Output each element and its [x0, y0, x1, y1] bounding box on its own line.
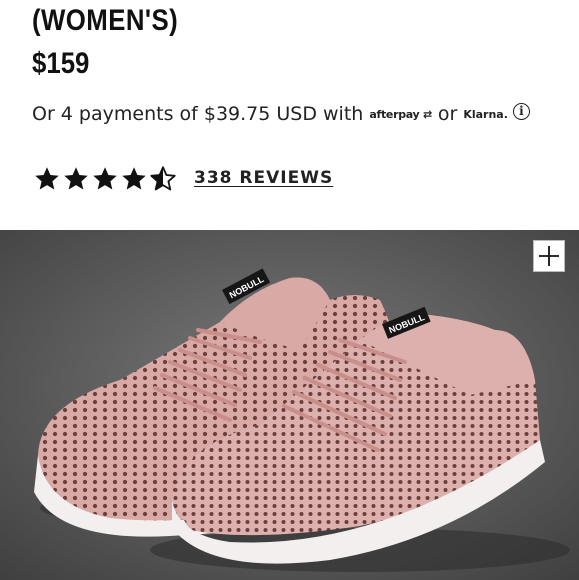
star-half-icon [150, 165, 176, 190]
star-full-icon [93, 166, 117, 190]
plus-icon [539, 246, 559, 266]
product-image[interactable]: NOBULL NOBULL [0, 230, 579, 580]
afterpay-logo: afterpay ⇄ [369, 108, 432, 121]
afterpay-label: afterpay [369, 107, 420, 121]
shoe-photo: NOBULL NOBULL [0, 230, 579, 580]
star-full-icon [64, 166, 88, 190]
star-rating [33, 165, 178, 192]
product-price: $159 [32, 47, 90, 80]
afterpay-arrow-icon: ⇄ [422, 107, 432, 121]
zoom-button[interactable] [533, 240, 565, 272]
rating-row: 338 REVIEWS [33, 163, 333, 193]
product-title: (WOMEN'S) [32, 4, 179, 37]
reviews-link[interactable]: 338 REVIEWS [194, 168, 333, 188]
star-full-icon [122, 166, 146, 190]
info-icon[interactable]: i [512, 102, 530, 120]
star-full-icon [35, 166, 59, 190]
klarna-logo: Klarna. [463, 107, 508, 121]
payment-options: Or 4 payments of $39.75 USD with afterpa… [32, 100, 530, 128]
installments-text: Or 4 payments of $39.75 USD with [32, 103, 364, 125]
or-text: or [437, 103, 458, 125]
